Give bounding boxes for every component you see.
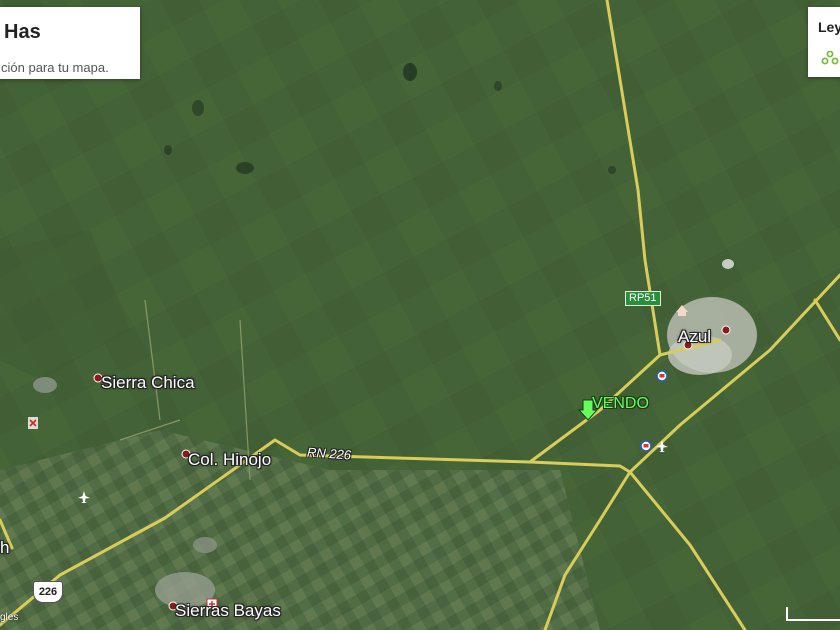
map-title: Has	[4, 21, 41, 43]
satellite-map[interactable]	[0, 0, 840, 630]
legend-title: Ley	[818, 19, 840, 35]
vendo-marker-label[interactable]: VENDO	[592, 395, 649, 413]
scale-bar	[786, 607, 840, 621]
fuel-icon	[640, 440, 652, 452]
place-label-sierra-chica[interactable]: Sierra Chica	[101, 373, 195, 393]
map-description: ción para tu mapa.	[1, 60, 109, 75]
place-label-sierras-bayas[interactable]: Sierras Bayas	[175, 601, 281, 621]
red-x-icon	[28, 417, 38, 429]
map-info-panel[interactable]: Has ción para tu mapa.	[0, 7, 140, 79]
bus-station-icon	[656, 370, 668, 382]
route-badge-rp51: RP51	[625, 291, 661, 306]
place-label-col-hinojo[interactable]: Col. Hinojo	[188, 450, 271, 470]
layers-icon[interactable]	[821, 51, 839, 65]
place-label-azul[interactable]: Azul	[678, 327, 711, 347]
place-label-cut-off: h	[0, 538, 10, 557]
legend-panel[interactable]: Ley	[808, 7, 840, 77]
route-shield-226: 226	[33, 581, 63, 603]
road-label-rn226: RN 226	[306, 444, 352, 463]
azul-dot	[721, 325, 731, 335]
map-attribution: gles	[0, 612, 19, 623]
